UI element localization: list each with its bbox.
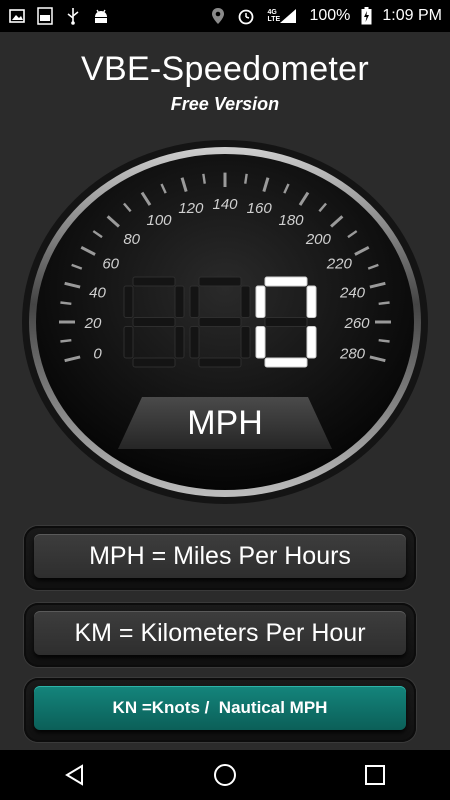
gauge-tick-label: 60 [102,256,119,273]
digit-segment [306,326,317,359]
digit-segment [174,326,185,359]
app-title: VBE-Speedometer [81,50,369,88]
status-time: 1:09 PM [382,7,442,24]
signal-icon: 4G LTE [265,7,299,25]
digit-segment [255,285,266,318]
gauge-tick [60,301,72,305]
image-icon [8,7,26,25]
recents-button[interactable] [345,750,405,800]
digit-segment [132,317,176,327]
digit-segment [198,276,242,287]
digit-segment [132,276,176,287]
gauge-tick-label: 180 [278,212,304,229]
gauge-tick-label: 200 [305,231,332,248]
mph-button[interactable]: MPH = Miles Per Hours [34,534,406,578]
kn-button[interactable]: KN =Knots / Nautical MPH [34,686,406,730]
digit-segment [240,326,251,359]
gauge-tick [378,301,390,305]
gauge-svg: 0 20 40 6080 100 120 140 160 180200 220 240 260 280 [22,140,428,504]
home-icon [214,764,236,786]
back-button[interactable] [45,750,105,800]
alarm-icon [237,7,255,25]
digit-segment [264,276,308,287]
gauge-tick-label: 100 [146,212,172,229]
digit-segment [264,317,308,327]
battery-percent: 100% [309,7,351,24]
gauge-tick-label: 140 [212,196,238,213]
home-button[interactable] [195,750,255,800]
gauge-tick-label: 40 [89,284,106,301]
gauge-tick-label: 20 [84,315,102,332]
location-icon [209,7,227,25]
digit-segment [240,285,251,318]
gauge-tick [378,339,390,343]
digit-segment [174,285,185,318]
navigation-bar [0,750,450,800]
gauge-tick-label: 80 [123,231,140,248]
unit-label: MPH [187,404,263,442]
gauge-tick [202,173,206,184]
digit-segment [306,285,317,318]
gauge-tick-label: 260 [343,315,370,332]
km-button[interactable]: KM = Kilometers Per Hour [34,611,406,655]
mph-button-frame: MPH = Miles Per Hours [24,526,416,590]
gauge-tick [244,173,248,184]
gauge-tick-label: 160 [247,200,273,217]
digit-segment [123,326,134,359]
android-debug-icon [92,7,110,25]
km-button-frame: KM = Kilometers Per Hour [24,603,416,667]
gauge-tick-label: 120 [178,200,204,217]
digit-segment [189,285,200,318]
digit-segment [255,326,266,359]
status-right-icons: 4G LTE 100% 1:09 PM [209,7,442,25]
back-icon [65,764,83,786]
kn-button-frame: KN =Knots / Nautical MPH [24,678,416,742]
gauge-tick-label: 240 [339,284,366,301]
battery-icon [360,7,372,25]
digit-segment [123,285,134,318]
digit-segment [264,357,308,368]
gauge-tick [60,339,72,343]
digit-segment [132,357,176,368]
digit-segment [198,357,242,368]
gauge-tick-label: 280 [339,346,366,363]
recents-icon [365,765,385,785]
status-left-icons [8,7,110,25]
usb-icon [64,7,82,25]
gauge-tick-label: 0 [93,346,102,363]
app-subtitle: Free Version [170,94,280,114]
gauge-tick-label: 220 [326,256,353,273]
status-bar: 4G LTE 100% 1:09 PM [0,0,450,32]
network-type-label: 4G LTE [267,9,281,23]
app-screen: VBE-Speedometer Free Version 0 20 40 60 … [0,32,450,750]
digit-segment [189,326,200,359]
digit-segment [198,317,242,327]
speedometer-gauge: 0 20 40 60 80 100 120 140 160 180 200 220 240 260 280 [20,139,430,509]
notification-100-icon [36,7,54,25]
